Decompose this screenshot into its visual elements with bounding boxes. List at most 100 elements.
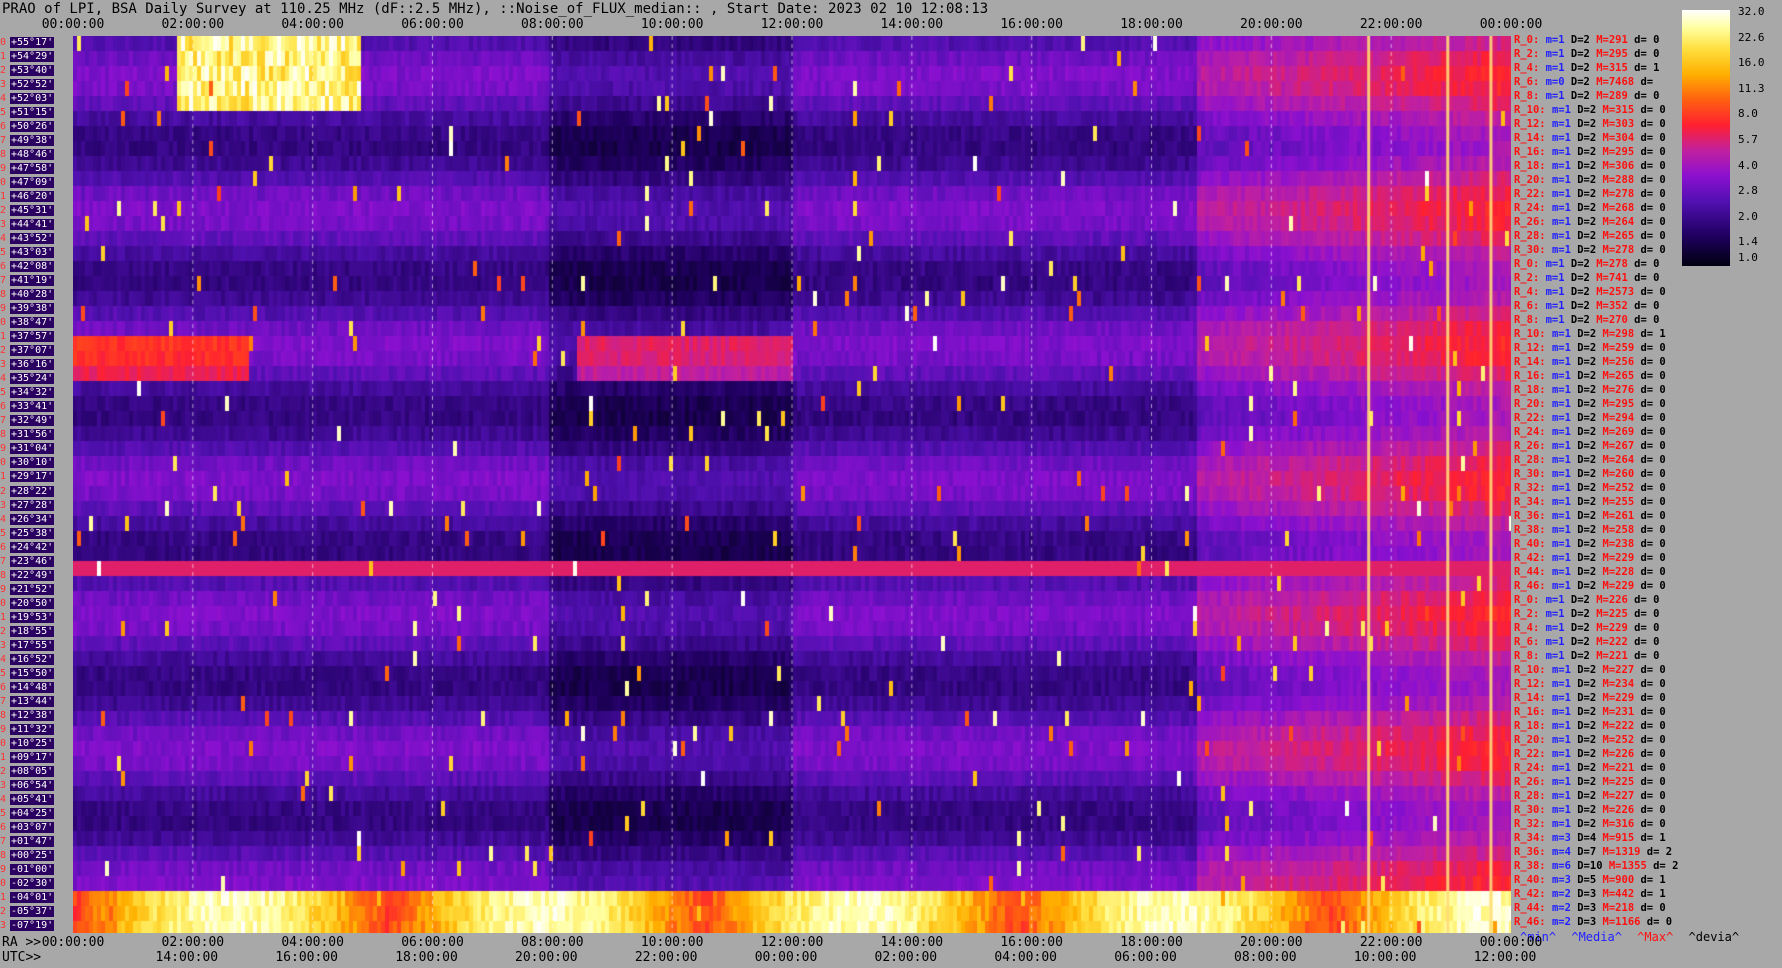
- top-time-tick: 18:00:00: [1120, 17, 1183, 32]
- declination-label: 4 +52°03': [0, 93, 55, 105]
- declination-value: +08°05': [10, 765, 55, 777]
- stat-row: R_22: m=1 D=2 M=278 d= 0: [1514, 188, 1666, 201]
- declination-index: 9: [0, 443, 7, 455]
- stat-r: R_46:: [1514, 580, 1552, 592]
- stat-row: R_10: m=1 D=2 M=227 d= 0: [1514, 664, 1666, 677]
- stat-row: R_34: m=3 D=4 M=915 d= 1: [1514, 832, 1666, 845]
- stat-m: m=1: [1551, 552, 1578, 564]
- declination-index: 6: [0, 541, 7, 553]
- stat-M: M=227: [1602, 664, 1641, 676]
- declination-value: +09°17': [10, 751, 55, 763]
- declination-index: 2: [0, 765, 7, 777]
- declination-label: 2 +53°40': [0, 65, 55, 77]
- ra-tick: 06:00:00: [401, 935, 464, 950]
- stat-M: M=442: [1602, 888, 1641, 900]
- stat-dv: d= 1: [1640, 874, 1666, 886]
- stat-d: D=7: [1577, 846, 1603, 858]
- stat-m: m=1: [1545, 272, 1571, 284]
- declination-value: +17°55': [10, 639, 55, 651]
- stat-m: m=1: [1545, 258, 1571, 270]
- stat-d: D=2: [1577, 762, 1603, 774]
- declination-label: 4 +35°24': [0, 373, 55, 385]
- stat-d: D=2: [1577, 566, 1603, 578]
- declination-label: 9 +11°32': [0, 723, 55, 735]
- stat-d: D=2: [1577, 412, 1603, 424]
- declination-index: 6: [0, 121, 7, 133]
- stat-r: R_36:: [1514, 846, 1552, 858]
- stat-row: R_24: m=1 D=2 M=268 d= 0: [1514, 202, 1666, 215]
- declination-value: +48°46': [10, 149, 55, 161]
- stat-r: R_24:: [1514, 426, 1552, 438]
- stat-m: m=1: [1551, 790, 1578, 802]
- declination-label: 7 +01°47': [0, 835, 55, 847]
- declination-label: 7 +23°46': [0, 555, 55, 567]
- stat-dv: d= 0: [1640, 720, 1666, 732]
- utc-tick: 08:00:00: [1234, 950, 1297, 965]
- declination-label: 9 -01°00': [0, 863, 55, 875]
- stat-m: m=1: [1551, 412, 1578, 424]
- stat-row: R_38: m=6 D=10 M=1355 d= 2: [1514, 860, 1678, 873]
- stat-d: D=2: [1577, 524, 1603, 536]
- declination-value: +10°25': [10, 737, 55, 749]
- declination-index: 3: [0, 499, 7, 511]
- stat-dv: d= 0: [1640, 370, 1666, 382]
- declination-label: 1 +29°17': [0, 471, 55, 483]
- stat-d: D=2: [1570, 76, 1597, 88]
- stat-M: M=276: [1602, 384, 1641, 396]
- stat-d: D=2: [1577, 202, 1603, 214]
- declination-label: 6 +50°26': [0, 121, 55, 133]
- stat-row: R_26: m=1 D=2 M=264 d= 0: [1514, 216, 1666, 229]
- stat-M: M=315: [1596, 62, 1635, 74]
- stat-r: R_18:: [1514, 160, 1552, 172]
- declination-index: 7: [0, 415, 7, 427]
- stat-d: D=2: [1577, 342, 1603, 354]
- stat-r: R_20:: [1514, 398, 1552, 410]
- stat-dv: d= 0: [1640, 734, 1666, 746]
- declination-index: 3: [0, 79, 7, 91]
- stat-dv: d= 0: [1640, 902, 1666, 914]
- declination-value: +50°26': [10, 121, 55, 133]
- stat-r: R_28:: [1514, 454, 1552, 466]
- stat-row: R_34: m=1 D=2 M=255 d= 0: [1514, 496, 1666, 509]
- stat-r: R_8:: [1514, 314, 1546, 326]
- stat-d: D=3: [1577, 902, 1603, 914]
- declination-value: +40°28': [10, 289, 55, 301]
- stat-row: R_10: m=1 D=2 M=315 d= 0: [1514, 104, 1666, 117]
- stat-M: M=261: [1602, 510, 1641, 522]
- stat-r: R_10:: [1514, 104, 1552, 116]
- declination-label: 5 +34°32': [0, 387, 55, 399]
- stat-m: m=1: [1551, 356, 1578, 368]
- stat-d: D=3: [1577, 888, 1603, 900]
- stat-M: M=225: [1596, 608, 1635, 620]
- stat-m: m=1: [1551, 734, 1578, 746]
- declination-value: +30°10': [10, 457, 55, 469]
- stat-M: M=352: [1596, 300, 1635, 312]
- declination-label: 8 +12°38': [0, 709, 55, 721]
- stat-M: M=256: [1602, 356, 1641, 368]
- stat-M: M=291: [1596, 34, 1635, 46]
- stat-dv: d= 0: [1640, 202, 1666, 214]
- stat-row: R_24: m=1 D=2 M=221 d= 0: [1514, 762, 1666, 775]
- stat-d: D=2: [1570, 62, 1597, 74]
- stat-M: M=218: [1602, 902, 1641, 914]
- stat-dv: d= 0: [1640, 244, 1666, 256]
- stat-dv: d= 1: [1640, 832, 1666, 844]
- utc-tick: 06:00:00: [1114, 950, 1177, 965]
- stat-r: R_22:: [1514, 412, 1552, 424]
- stat-M: M=229: [1602, 580, 1641, 592]
- declination-value: +15°50': [10, 667, 55, 679]
- stat-d: D=2: [1577, 398, 1603, 410]
- stat-dv: d= 0: [1640, 776, 1666, 788]
- stat-M: M=295: [1602, 398, 1641, 410]
- stat-row: R_30: m=1 D=2 M=260 d= 0: [1514, 468, 1666, 481]
- stat-m: m=1: [1545, 594, 1571, 606]
- declination-label: 7 +32°49': [0, 415, 55, 427]
- top-time-tick: 20:00:00: [1240, 17, 1303, 32]
- stat-M: M=252: [1602, 482, 1641, 494]
- declination-label: 2 +45°31': [0, 205, 55, 217]
- heatmap-canvas: [73, 36, 1511, 933]
- declination-value: +39°38': [10, 303, 55, 315]
- declination-value: +43°52': [10, 233, 55, 245]
- top-time-tick: 00:00:00: [41, 17, 105, 32]
- colorbar-tick: 8.0: [1738, 107, 1758, 121]
